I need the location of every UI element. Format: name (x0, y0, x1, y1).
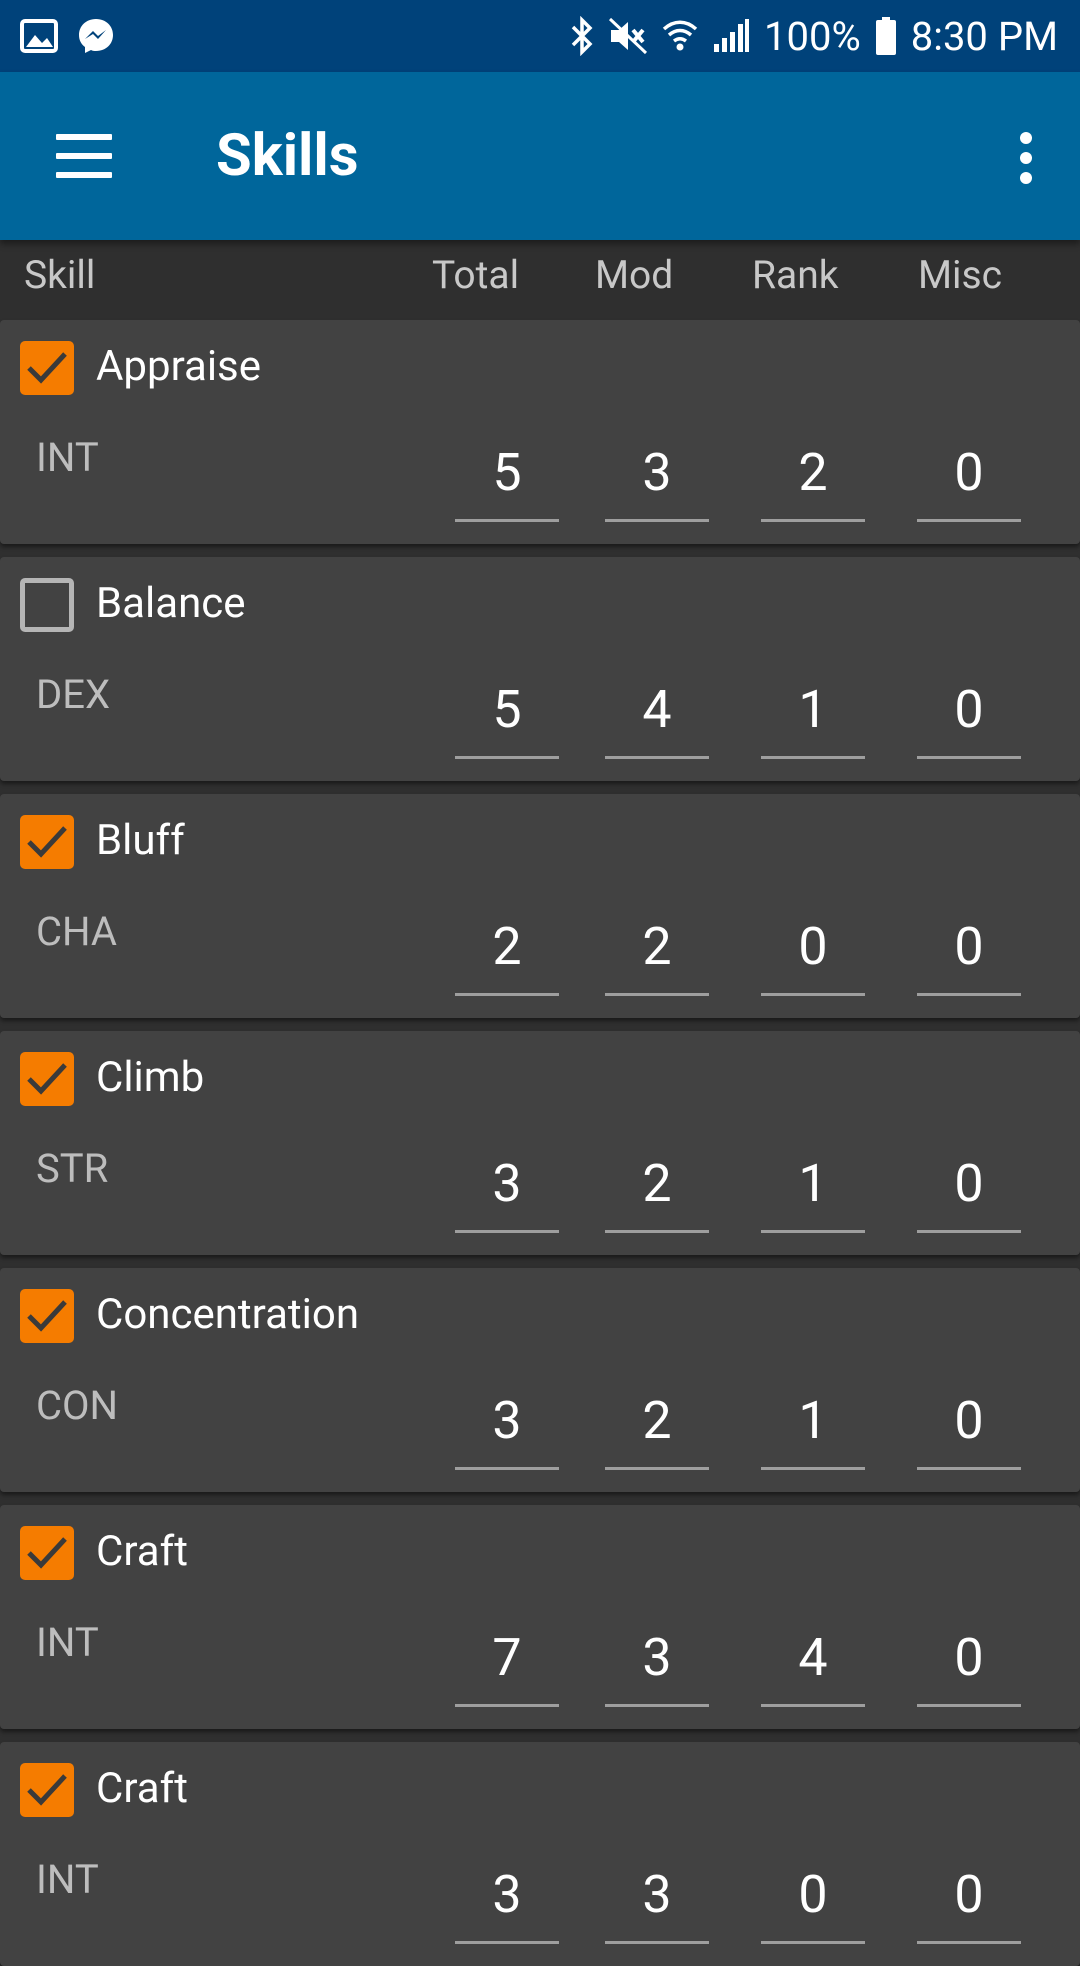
skill-name: Concentration (96, 1290, 360, 1339)
check-icon (27, 1537, 67, 1569)
skill-checkbox[interactable] (20, 1763, 74, 1817)
rank-field[interactable]: 0 (761, 916, 865, 996)
skill-card[interactable]: Craft INT 7 3 4 0 (0, 1505, 1080, 1729)
app-bar: Skills (0, 72, 1080, 240)
total-field[interactable]: 5 (455, 442, 559, 522)
mute-icon (608, 17, 648, 55)
total-field[interactable]: 2 (455, 916, 559, 996)
mod-field[interactable]: 2 (605, 1390, 709, 1470)
total-field[interactable]: 5 (455, 679, 559, 759)
skill-name: Climb (96, 1053, 205, 1102)
column-header: Skill Total Mod Rank Misc (0, 240, 1080, 320)
total-field[interactable]: 3 (455, 1153, 559, 1233)
bluetooth-icon (570, 16, 594, 56)
misc-field[interactable]: 0 (917, 916, 1021, 996)
skill-checkbox[interactable] (20, 1289, 74, 1343)
mod-field[interactable]: 3 (605, 1627, 709, 1707)
battery-icon (875, 16, 897, 56)
rank-field[interactable]: 4 (761, 1627, 865, 1707)
misc-field[interactable]: 0 (917, 679, 1021, 759)
status-bar: 100% 8:30 PM (0, 0, 1080, 72)
skill-name: Balance (96, 579, 246, 628)
rank-field[interactable]: 1 (761, 1153, 865, 1233)
column-misc: Misc (918, 252, 1003, 298)
check-icon (27, 1300, 67, 1332)
check-icon (27, 1774, 67, 1806)
skill-name: Craft (96, 1764, 188, 1813)
check-icon (27, 1063, 67, 1095)
signal-icon (712, 18, 750, 54)
page-title: Skills (216, 122, 359, 190)
mod-field[interactable]: 2 (605, 1153, 709, 1233)
skill-ability: CHA (36, 908, 118, 955)
clock: 8:30 PM (910, 12, 1058, 60)
skill-checkbox[interactable] (20, 1526, 74, 1580)
misc-field[interactable]: 0 (917, 1153, 1021, 1233)
skill-ability: STR (36, 1145, 109, 1192)
misc-field[interactable]: 0 (917, 442, 1021, 522)
wifi-icon (662, 17, 698, 55)
misc-field[interactable]: 0 (917, 1627, 1021, 1707)
total-field[interactable]: 7 (455, 1627, 559, 1707)
skill-ability: INT (36, 1856, 99, 1903)
skill-name: Craft (96, 1527, 188, 1576)
rank-field[interactable]: 1 (761, 1390, 865, 1470)
column-skill: Skill (24, 252, 96, 298)
skill-ability: INT (36, 434, 99, 481)
mod-field[interactable]: 3 (605, 442, 709, 522)
rank-field[interactable]: 2 (761, 442, 865, 522)
skill-ability: DEX (36, 671, 111, 718)
hamburger-menu-icon[interactable] (56, 134, 112, 178)
mod-field[interactable]: 3 (605, 1864, 709, 1944)
skill-card[interactable]: Appraise INT 5 3 2 0 (0, 320, 1080, 544)
skill-card[interactable]: Craft INT 3 3 0 0 (0, 1742, 1080, 1966)
skill-ability: INT (36, 1619, 99, 1666)
total-field[interactable]: 3 (455, 1864, 559, 1944)
skill-name: Appraise (96, 342, 261, 391)
battery-percent: 100% (764, 12, 861, 60)
skill-card[interactable]: Concentration CON 3 2 1 0 (0, 1268, 1080, 1492)
skill-name: Bluff (96, 816, 185, 865)
messenger-icon (76, 16, 116, 56)
column-rank: Rank (752, 252, 839, 298)
mod-field[interactable]: 4 (605, 679, 709, 759)
skill-checkbox[interactable] (20, 341, 74, 395)
check-icon (27, 352, 67, 384)
skill-ability: CON (36, 1382, 119, 1429)
skill-card[interactable]: Climb STR 3 2 1 0 (0, 1031, 1080, 1255)
rank-field[interactable]: 1 (761, 679, 865, 759)
total-field[interactable]: 3 (455, 1390, 559, 1470)
mod-field[interactable]: 2 (605, 916, 709, 996)
gallery-icon (20, 19, 58, 53)
skill-card[interactable]: Bluff CHA 2 2 0 0 (0, 794, 1080, 1018)
overflow-menu-icon[interactable] (1012, 132, 1040, 184)
column-total: Total (432, 252, 520, 298)
rank-field[interactable]: 0 (761, 1864, 865, 1944)
check-icon (27, 826, 67, 858)
skill-checkbox[interactable] (20, 578, 74, 632)
skill-checkbox[interactable] (20, 815, 74, 869)
skill-card[interactable]: Balance DEX 5 4 1 0 (0, 557, 1080, 781)
misc-field[interactable]: 0 (917, 1390, 1021, 1470)
column-mod: Mod (595, 252, 674, 298)
skill-checkbox[interactable] (20, 1052, 74, 1106)
misc-field[interactable]: 0 (917, 1864, 1021, 1944)
